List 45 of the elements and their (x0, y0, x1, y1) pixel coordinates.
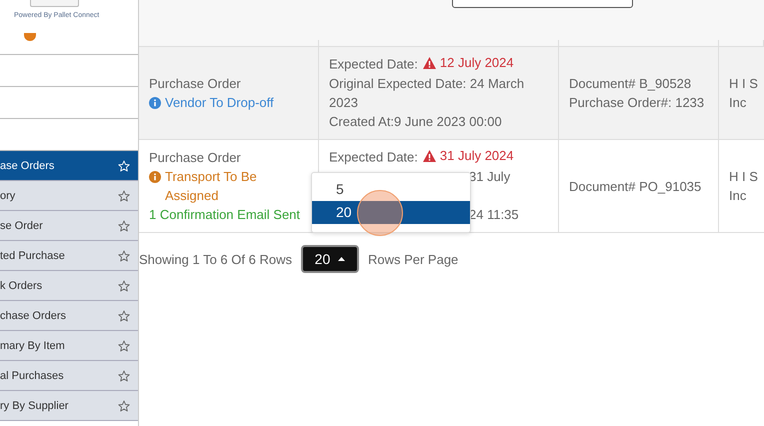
document-text: Document# B_90528 (569, 75, 692, 93)
sidebar-item[interactable]: se Order (0, 211, 138, 241)
sidebar-item[interactable]: mary By Item (0, 331, 138, 361)
document-text: Document# PO_91035 (569, 178, 702, 196)
count-badge (24, 33, 36, 41)
sidebar-item[interactable]: al Purchases (0, 361, 138, 391)
page-size-option[interactable]: 5 (312, 178, 470, 201)
status-text: 1 Confirmation Email Sent (149, 206, 300, 224)
supplier-text: Inc (729, 94, 746, 112)
warning-icon (422, 150, 436, 162)
page-size-button[interactable]: 20 (300, 245, 359, 273)
order-type: Purchase Order (149, 75, 242, 93)
sidebar-item[interactable]: ry By Supplier (0, 391, 138, 421)
star-icon[interactable] (118, 340, 130, 352)
expected-date: 12 July 2024 (440, 54, 514, 72)
rows-summary: Showing 1 To 6 Of 6 Rows (139, 252, 292, 266)
star-icon[interactable] (118, 370, 130, 382)
date-text: Created At:9 June 2023 00:00 (329, 112, 503, 130)
supplier-text: H I S (729, 75, 758, 93)
status-text: Transport To Be Assigned (165, 168, 258, 205)
rows-per-page-label: Rows Per Page (368, 252, 458, 266)
date-text: Original Expected Date: 24 March 2023 (329, 74, 526, 112)
warning-icon (422, 56, 436, 68)
star-icon[interactable] (118, 280, 130, 292)
sidebar-item[interactable]: k Orders (0, 271, 138, 301)
date-label: Expected Date: (329, 56, 418, 72)
page-size-option[interactable]: 20 (312, 201, 470, 224)
star-icon[interactable] (118, 310, 130, 322)
star-icon[interactable] (118, 250, 130, 262)
supplier-text: H I S (729, 168, 758, 186)
supplier-text: Inc (729, 187, 746, 205)
sidebar-item[interactable]: ase Orders (0, 151, 138, 181)
sidebar-item[interactable]: ted Purchase (0, 241, 138, 271)
sidebar-item[interactable]: chase Orders (0, 301, 138, 331)
star-icon[interactable] (118, 400, 130, 412)
sidebar-item[interactable]: ory (0, 181, 138, 211)
caret-icon (338, 257, 346, 261)
document-text: Purchase Order#: 1233 (569, 94, 706, 112)
order-type: Purchase Order (149, 149, 242, 167)
date-label: Expected Date: (329, 150, 418, 164)
click-indicator (357, 190, 403, 236)
star-icon[interactable] (118, 190, 130, 202)
expected-date: 31 July 2024 (440, 147, 514, 165)
status-text: Vendor To Drop-off (165, 94, 274, 112)
star-icon[interactable] (118, 220, 130, 232)
